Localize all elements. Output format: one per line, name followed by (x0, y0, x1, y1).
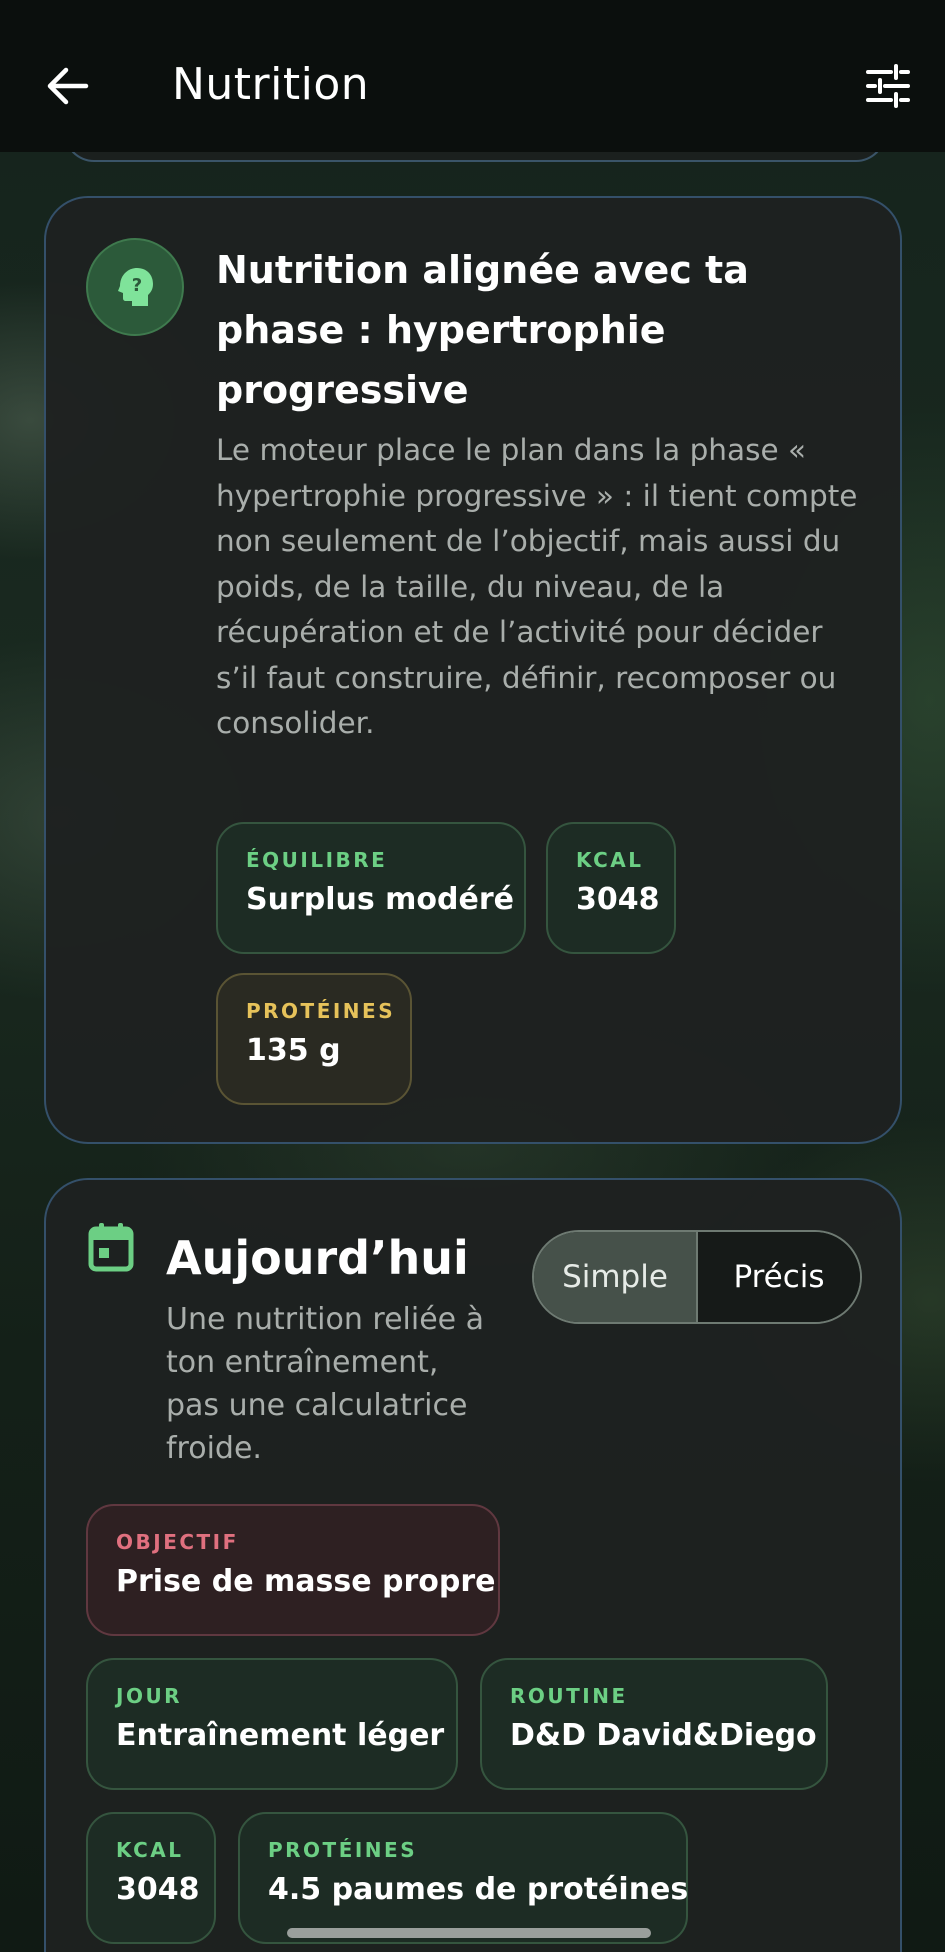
today-subtitle: Une nutrition reliée à ton entraînement,… (166, 1302, 485, 1466)
arrow-left-icon (47, 67, 89, 105)
phase-card: ? Nutrition alignée avec ta phase : hype… (44, 196, 902, 1144)
chip-value: 135 g (246, 1033, 341, 1068)
mode-option-precis[interactable]: Précis (698, 1232, 860, 1322)
head-question-icon: ? (86, 238, 184, 336)
kcal-chip: KCAL 3048 (546, 822, 676, 954)
sliders-icon (866, 64, 910, 108)
chip-label: JOUR (116, 1684, 183, 1708)
chip-value: Surplus modéré (246, 882, 515, 917)
phase-title: Nutrition alignée avec ta phase : hypert… (216, 248, 749, 412)
proteines-chip: PROTÉINES 4.5 paumes de protéines (238, 1812, 688, 1944)
proteines-chip: PROTÉINES 135 g (216, 973, 412, 1105)
chip-value: 4.5 paumes de protéines (268, 1872, 689, 1907)
kcal-chip: KCAL 3048 (86, 1812, 216, 1944)
chip-label: KCAL (116, 1838, 184, 1862)
chip-value: 3048 (116, 1872, 200, 1907)
mode-toggle: Simple Précis (532, 1230, 862, 1324)
equilibre-chip: ÉQUILIBRE Surplus modéré (216, 822, 526, 954)
chip-label: PROTÉINES (246, 999, 396, 1023)
back-button[interactable] (40, 60, 96, 112)
jour-chip: JOUR Entraînement léger (86, 1658, 458, 1790)
routine-chip: ROUTINE D&D David&Diego (480, 1658, 828, 1790)
today-title: Aujourd’hui (166, 1231, 469, 1285)
chip-value: 3048 (576, 882, 660, 917)
objectif-chip: OBJECTIF Prise de masse propre (86, 1504, 500, 1636)
chip-value: Prise de masse propre (116, 1564, 496, 1599)
svg-text:?: ? (132, 275, 142, 296)
home-indicator[interactable] (287, 1928, 651, 1938)
chip-label: ROUTINE (510, 1684, 628, 1708)
chip-label: OBJECTIF (116, 1530, 239, 1554)
chip-value: D&D David&Diego (510, 1718, 817, 1753)
phase-description: Le moteur place le plan dans la phase « … (216, 433, 858, 740)
calendar-icon (88, 1223, 134, 1272)
chip-label: KCAL (576, 848, 644, 872)
mode-option-simple[interactable]: Simple (534, 1232, 698, 1322)
chip-label: PROTÉINES (268, 1838, 418, 1862)
app-bar: Nutrition (0, 0, 945, 152)
chip-value: Entraînement léger (116, 1718, 445, 1753)
today-card: Aujourd’hui Une nutrition reliée à ton e… (44, 1178, 902, 1952)
page-title: Nutrition (172, 59, 370, 110)
filter-button[interactable] (860, 60, 916, 112)
chip-label: ÉQUILIBRE (246, 848, 388, 872)
